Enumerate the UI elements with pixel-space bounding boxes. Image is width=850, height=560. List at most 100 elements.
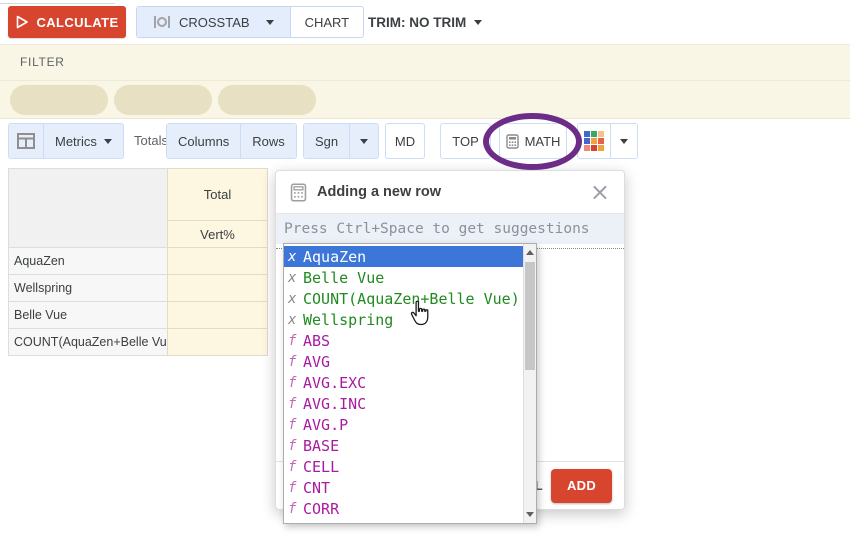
suggestion-kind-icon: f	[288, 438, 303, 454]
sgn-button[interactable]: Sgn	[304, 124, 349, 158]
suggestion-label: AVG.INC	[303, 395, 366, 413]
chevron-down-icon	[620, 139, 628, 144]
trim-label: TRIM: NO TRIM	[368, 15, 466, 30]
row-value-cell	[167, 301, 268, 329]
suggestion-label: ABS	[303, 332, 330, 350]
filter-panel-title: FILTER	[20, 45, 65, 80]
suggestion-label: AVG.EXC	[303, 374, 366, 392]
color-grid-dropdown-button[interactable]	[610, 124, 637, 158]
vert-metric-header: Vert%	[167, 220, 268, 248]
math-button[interactable]: MATH	[499, 123, 567, 159]
suggestion-item[interactable]: f CORR	[284, 498, 523, 519]
suggestion-kind-icon: f	[288, 375, 303, 391]
suggestion-label: AquaZen	[303, 248, 366, 266]
suggestion-label: COUNT(AquaZen+Belle Vue)	[303, 290, 520, 308]
calculate-button[interactable]: CALCULATE	[8, 6, 126, 38]
row-label-cell: Belle Vue	[8, 301, 168, 329]
row-label-cell: AquaZen	[8, 247, 168, 275]
calculator-icon	[290, 183, 307, 202]
suggestion-label: CNT	[303, 479, 330, 497]
suggestion-kind-icon: f	[288, 459, 303, 475]
row-label-cell: COUNT(AquaZen+Belle Vue)	[8, 328, 168, 356]
formula-editor-input[interactable]: Press Ctrl+Space to get suggestions	[276, 214, 624, 244]
row-value-cell	[167, 247, 268, 275]
filter-panel: FILTER	[0, 44, 850, 119]
add-button[interactable]: ADD	[551, 469, 612, 503]
filter-pill[interactable]	[114, 85, 212, 115]
filter-pill[interactable]	[218, 85, 316, 115]
suggestion-label: CORR	[303, 500, 339, 518]
suggestion-label: CELL	[303, 458, 339, 476]
scroll-down-icon[interactable]	[526, 512, 534, 517]
chevron-down-icon	[474, 20, 482, 25]
totals-toggle-group: Columns Rows	[166, 123, 297, 159]
table-row: COUNT(AquaZen+Belle Vue)	[8, 328, 269, 356]
row-label-cell: Wellspring	[8, 274, 168, 302]
top-button[interactable]: TOP	[440, 123, 491, 159]
md-label: MD	[395, 134, 415, 149]
suggestion-dropdown: x AquaZen x Belle Vue x COUNT(AquaZen+Be…	[283, 243, 537, 524]
suggestion-item[interactable]: f CELL	[284, 456, 523, 477]
chevron-down-icon	[104, 139, 112, 144]
suggestion-label: Belle Vue	[303, 269, 384, 287]
suggestion-item[interactable]: x AquaZen	[284, 246, 523, 267]
suggestion-kind-icon: f	[288, 417, 303, 433]
sgn-dropdown-button[interactable]	[349, 124, 378, 158]
chevron-down-icon	[266, 20, 274, 25]
row-value-cell	[167, 274, 268, 302]
chart-view-button[interactable]: CHART	[290, 7, 364, 37]
suggestion-kind-icon: f	[288, 501, 303, 517]
suggestion-label: AVG	[303, 353, 330, 371]
suggestion-kind-icon: f	[288, 333, 303, 349]
calculate-label: CALCULATE	[36, 15, 118, 30]
suggestion-item[interactable]: x Wellspring	[284, 309, 523, 330]
trim-dropdown[interactable]: TRIM: NO TRIM	[368, 6, 482, 38]
sgn-label: Sgn	[315, 134, 338, 149]
suggestion-item[interactable]: x COUNT(AquaZen+Belle Vue)	[284, 288, 523, 309]
close-icon[interactable]: ×	[590, 182, 610, 202]
suggestion-item[interactable]: f AVG.EXC	[284, 372, 523, 393]
scroll-up-icon[interactable]	[526, 250, 534, 255]
suggestion-kind-icon: x	[288, 312, 303, 328]
filter-pill-row	[10, 85, 316, 115]
filter-pill[interactable]	[10, 85, 108, 115]
table-row: Belle Vue	[8, 301, 269, 329]
math-label: MATH	[525, 134, 561, 149]
table-corner-cell	[8, 168, 168, 248]
suggestion-kind-icon: f	[288, 396, 303, 412]
suggestion-label: AVG.P	[303, 416, 348, 434]
chart-label: CHART	[305, 15, 350, 30]
suggestion-kind-icon: x	[288, 249, 303, 265]
crosstab-label: CROSSTAB	[179, 15, 250, 30]
suggestion-item[interactable]: x Belle Vue	[284, 267, 523, 288]
row-value-cell	[167, 328, 268, 356]
app-screen: CALCULATE CROSSTAB CHART TRIM: NO TRIM F…	[0, 0, 850, 560]
scrollbar-thumb[interactable]	[525, 262, 535, 370]
rows-label: Rows	[252, 134, 285, 149]
metrics-dropdown[interactable]: Metrics	[43, 124, 123, 158]
suggestion-item[interactable]: f ABS	[284, 330, 523, 351]
suggestion-item[interactable]: f AVG	[284, 351, 523, 372]
view-toggle: CROSSTAB CHART	[136, 6, 364, 38]
suggestion-kind-icon: x	[288, 291, 303, 307]
dialog-title: Adding a new row	[317, 184, 590, 200]
suggestion-item[interactable]: f BASE	[284, 435, 523, 456]
scrollbar[interactable]	[523, 244, 536, 523]
totals-rows-button[interactable]: Rows	[240, 124, 296, 158]
suggestion-item[interactable]: f AVG.P	[284, 414, 523, 435]
color-grid-button[interactable]	[578, 124, 610, 158]
table-body: AquaZen Wellspring Belle Vue COUNT(AquaZ…	[8, 247, 269, 356]
suggestion-item[interactable]: f CNT	[284, 477, 523, 498]
table-layout-button[interactable]	[9, 124, 43, 158]
suggestion-list: x AquaZen x Belle Vue x COUNT(AquaZen+Be…	[284, 246, 523, 519]
total-column-header: Total	[167, 168, 268, 221]
suggestion-kind-icon: f	[288, 480, 303, 496]
md-button[interactable]: MD	[385, 123, 425, 159]
totals-columns-button[interactable]: Columns	[167, 124, 240, 158]
crosstab-table: Total Vert% AquaZen Wellspring Belle Vue…	[8, 168, 269, 356]
table-row: AquaZen	[8, 247, 269, 275]
crosstab-view-button[interactable]: CROSSTAB	[137, 7, 290, 37]
top-label: TOP	[452, 134, 479, 149]
suggestion-item[interactable]: f AVG.INC	[284, 393, 523, 414]
screen-edge-fragment	[0, 3, 115, 4]
